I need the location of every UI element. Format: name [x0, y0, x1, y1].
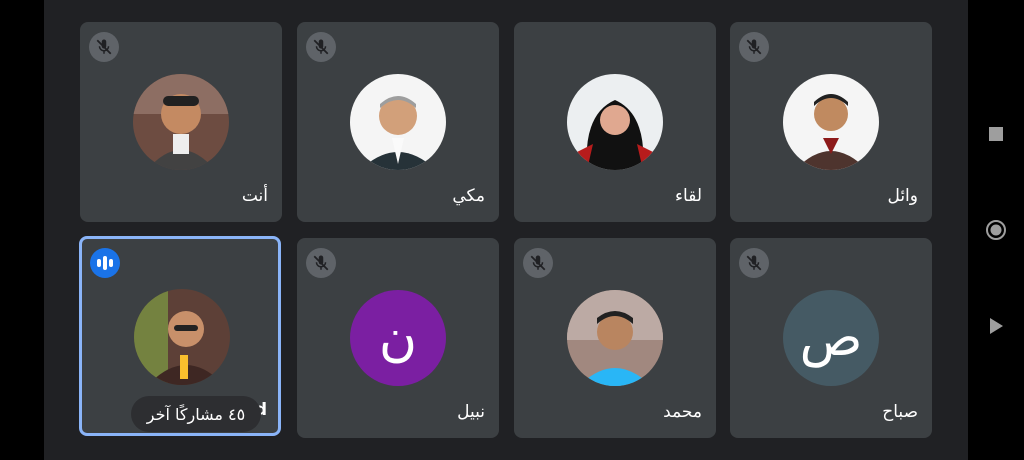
other-participants-pill[interactable]: ٤٥ مشاركًا آخر	[131, 396, 261, 432]
participant-tile-liqaa[interactable]: لقاء	[514, 22, 716, 222]
avatar	[350, 74, 446, 170]
participant-name: أنت	[241, 186, 268, 206]
participant-tile-wael[interactable]: وائل	[730, 22, 932, 222]
avatar	[567, 74, 663, 170]
mic-off-icon	[306, 32, 336, 62]
system-nav-bar	[968, 0, 1024, 460]
mic-off-icon	[306, 248, 336, 278]
home-circle-icon[interactable]	[984, 218, 1008, 242]
mic-off-icon	[739, 32, 769, 62]
participant-name: مكي	[452, 186, 485, 206]
participant-name: صباح	[882, 402, 918, 422]
mic-off-icon	[739, 248, 769, 278]
recents-square-icon[interactable]	[984, 122, 1008, 146]
avatar: ن	[350, 290, 446, 386]
participant-tile-makki[interactable]: مكي	[297, 22, 499, 222]
participant-tile-you[interactable]: أنت	[80, 22, 282, 222]
avatar	[133, 74, 229, 170]
audio-level-icon	[90, 248, 120, 278]
mic-off-icon	[89, 32, 119, 62]
participant-name: نبيل	[457, 402, 485, 422]
participant-name: وائل	[887, 186, 918, 206]
avatar	[134, 289, 230, 385]
back-triangle-icon[interactable]	[984, 314, 1008, 338]
avatar	[567, 290, 663, 386]
participant-tile-sabah[interactable]: ص صباح	[730, 238, 932, 438]
avatar: ص	[783, 290, 879, 386]
participant-name: محمد	[663, 402, 702, 422]
participant-tile-mohammed[interactable]: محمد	[514, 238, 716, 438]
participant-tile-nabil[interactable]: ن نبيل	[297, 238, 499, 438]
avatar	[783, 74, 879, 170]
participant-name: لقاء	[675, 186, 702, 206]
mic-off-icon	[523, 248, 553, 278]
meeting-grid: أنت مكي لقاء وائل ahmed	[44, 0, 968, 460]
